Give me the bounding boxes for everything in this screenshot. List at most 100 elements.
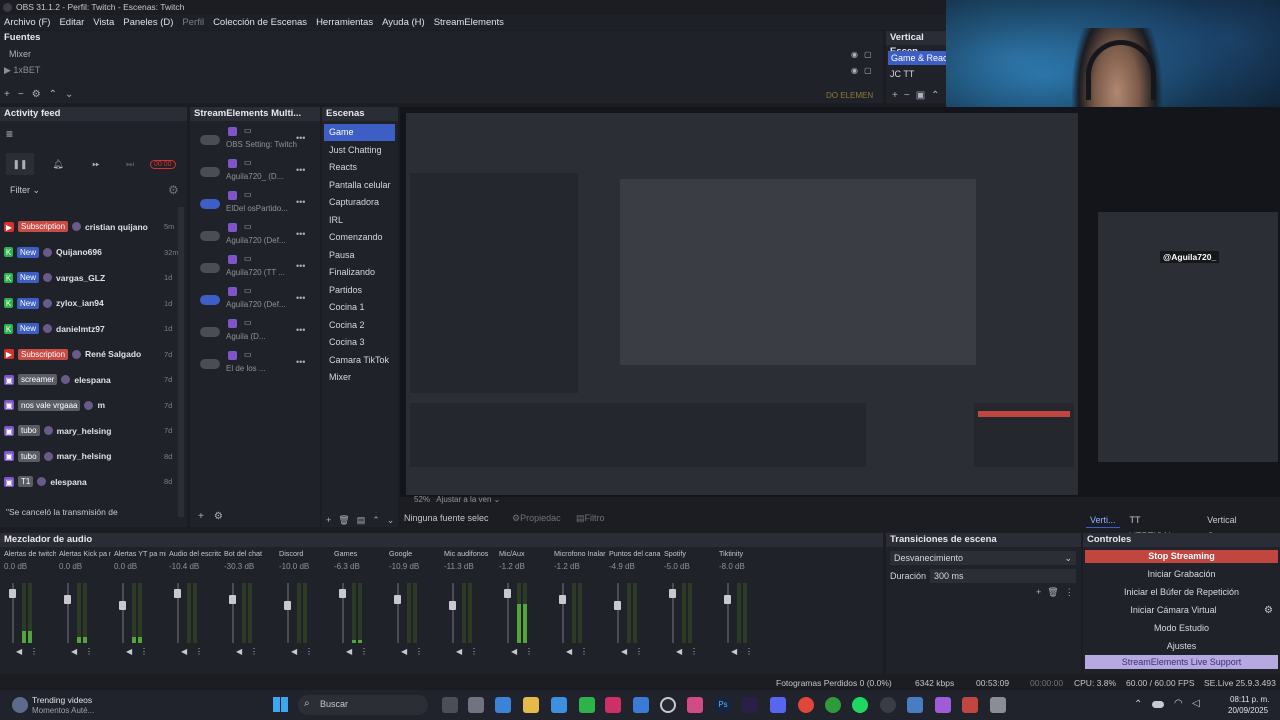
channel-menu-icon[interactable]: ⋮: [470, 647, 478, 656]
scene-item[interactable]: Pantalla celular: [324, 177, 395, 194]
remove-vertical-scene-button[interactable]: −: [904, 90, 910, 101]
instagram-icon[interactable]: [687, 697, 703, 713]
kick-web-icon[interactable]: [605, 697, 621, 713]
eye-icon[interactable]: ◉: [851, 50, 858, 59]
speaker-icon[interactable]: ◀︎: [126, 647, 132, 656]
fader-knob[interactable]: [119, 601, 126, 610]
speaker-icon[interactable]: ◀︎: [566, 647, 572, 656]
channel-menu-icon[interactable]: ⋮: [140, 647, 148, 656]
channel-menu-icon[interactable]: ⋮: [690, 647, 698, 656]
fit-label[interactable]: Ajustar a la ven: [436, 495, 491, 504]
channel-menu-icon[interactable]: ⋮: [360, 647, 368, 656]
scene-filter-button[interactable]: ▤: [357, 515, 366, 526]
fader-track[interactable]: [562, 583, 564, 643]
properties-button[interactable]: ⚙Propiedac: [512, 510, 561, 526]
volume-icon[interactable]: ◁: [1192, 698, 1200, 709]
filter-dropdown[interactable]: Filter ⌄: [10, 185, 40, 196]
tray-chevron-icon[interactable]: ⌃: [1134, 699, 1142, 710]
speaker-icon[interactable]: ◀︎: [511, 647, 517, 656]
menu-dots-icon[interactable]: •••: [296, 325, 305, 335]
toggle-switch[interactable]: [200, 199, 220, 209]
toggle-switch[interactable]: [200, 359, 220, 369]
source-item-mixer[interactable]: Mixer: [4, 49, 31, 59]
fader-knob[interactable]: [174, 589, 181, 598]
menu-dots-icon[interactable]: •••: [296, 229, 305, 239]
vertical-scene-jctt[interactable]: JC TT: [890, 69, 914, 79]
settings-button[interactable]: Ajustes: [1085, 637, 1278, 655]
virtual-camera-settings-icon[interactable]: ⚙: [1264, 605, 1273, 616]
scene-item[interactable]: Game: [324, 124, 395, 142]
se-live-support-button[interactable]: StreamElements Live Support: [1085, 655, 1278, 669]
feed-row[interactable]: ▣ tubo mary_helsing 7d: [0, 418, 178, 443]
fader-knob[interactable]: [229, 595, 236, 604]
store-icon[interactable]: [495, 697, 511, 713]
speaker-icon[interactable]: ◀︎: [291, 647, 297, 656]
kick-app-icon[interactable]: [579, 697, 595, 713]
fader-knob[interactable]: [724, 595, 731, 604]
speaker-icon[interactable]: ◀︎: [621, 647, 627, 656]
transition-menu-button[interactable]: ⋮: [1065, 587, 1074, 598]
obs-studio-icon[interactable]: [880, 697, 896, 713]
feed-row[interactable]: ▣ T1 elespana 8d: [0, 469, 178, 494]
spotify-icon[interactable]: [852, 697, 868, 713]
remove-transition-button[interactable]: 🗑︎: [1047, 587, 1058, 598]
menu-profile[interactable]: Perfil: [182, 15, 204, 30]
chrome-icon[interactable]: [798, 697, 814, 713]
menu-dots-icon[interactable]: •••: [296, 197, 305, 207]
skip-icon[interactable]: ⏩︎: [82, 159, 110, 170]
feed-row[interactable]: ▣ screamer elespana 7d: [0, 367, 178, 392]
speaker-icon[interactable]: ◀︎: [456, 647, 462, 656]
fader-track[interactable]: [287, 583, 289, 643]
toggle-switch[interactable]: [200, 295, 220, 305]
speaker-icon[interactable]: ◀︎: [676, 647, 682, 656]
task-view-icon[interactable]: [442, 697, 458, 713]
menu-edit[interactable]: Editar: [59, 15, 84, 30]
studio-mode-button[interactable]: Modo Estudio: [1085, 619, 1278, 637]
channel-menu-icon[interactable]: ⋮: [745, 647, 753, 656]
lock-icon[interactable]: ▢: [864, 66, 872, 75]
fader-track[interactable]: [397, 583, 399, 643]
speaker-icon[interactable]: ◀︎: [401, 647, 407, 656]
news-title[interactable]: Trending videos: [32, 695, 92, 705]
news-widget-icon[interactable]: [12, 697, 28, 713]
vertical-scene-game-reacts[interactable]: Game & Reacts: [888, 51, 948, 65]
channel-menu-icon[interactable]: ⋮: [250, 647, 258, 656]
feed-scrollbar[interactable]: [178, 207, 184, 517]
fader-knob[interactable]: [394, 595, 401, 604]
toggle-switch[interactable]: [200, 231, 220, 241]
add-vertical-scene-button[interactable]: +: [892, 90, 898, 101]
move-up-button[interactable]: ⌃: [49, 89, 57, 100]
feed-row[interactable]: K New vargas_GLZ 1d: [0, 265, 178, 290]
virtual-camera-button[interactable]: Iniciar Cámara Virtual: [1085, 601, 1262, 619]
settings-app-icon[interactable]: [468, 697, 484, 713]
settings-icon[interactable]: ⚙: [168, 183, 179, 197]
fader-knob[interactable]: [614, 601, 621, 610]
wifi-icon[interactable]: ◠: [1174, 698, 1183, 709]
scene-item[interactable]: Cocina 2: [324, 317, 395, 334]
scene-item[interactable]: Cocina 3: [324, 334, 395, 351]
fader-track[interactable]: [617, 583, 619, 643]
channel-menu-icon[interactable]: ⋮: [30, 647, 38, 656]
feed-row[interactable]: K New zylox_ian94 1d: [0, 291, 178, 316]
toggle-switch[interactable]: [200, 167, 220, 177]
app2-icon[interactable]: [935, 697, 951, 713]
fader-knob[interactable]: [449, 601, 456, 610]
clock-time[interactable]: 08:11 p. m.: [1230, 695, 1269, 704]
file-explorer-icon[interactable]: [523, 697, 539, 713]
menu-docks[interactable]: Paneles (D): [123, 15, 173, 30]
vertical-config-button[interactable]: ▣: [916, 90, 925, 101]
fader-knob[interactable]: [504, 589, 511, 598]
vertical-collapse-button[interactable]: ⌃: [931, 90, 939, 101]
replay-buffer-button[interactable]: Iniciar el Búfer de Repetición: [1085, 583, 1278, 601]
menu-help[interactable]: Ayuda (H): [382, 15, 425, 30]
add-transition-button[interactable]: +: [1036, 587, 1041, 598]
fader-track[interactable]: [232, 583, 234, 643]
speaker-icon[interactable]: ◀︎: [236, 647, 242, 656]
speaker-icon[interactable]: ◀︎: [731, 647, 737, 656]
menu-dots-icon[interactable]: •••: [296, 293, 305, 303]
windows-start-icon[interactable]: [273, 697, 288, 712]
pause-icon[interactable]: ❚❚: [6, 153, 34, 175]
start-recording-button[interactable]: Iniciar Grabación: [1085, 565, 1278, 583]
channel-menu-icon[interactable]: ⋮: [85, 647, 93, 656]
toggle-switch[interactable]: [200, 263, 220, 273]
